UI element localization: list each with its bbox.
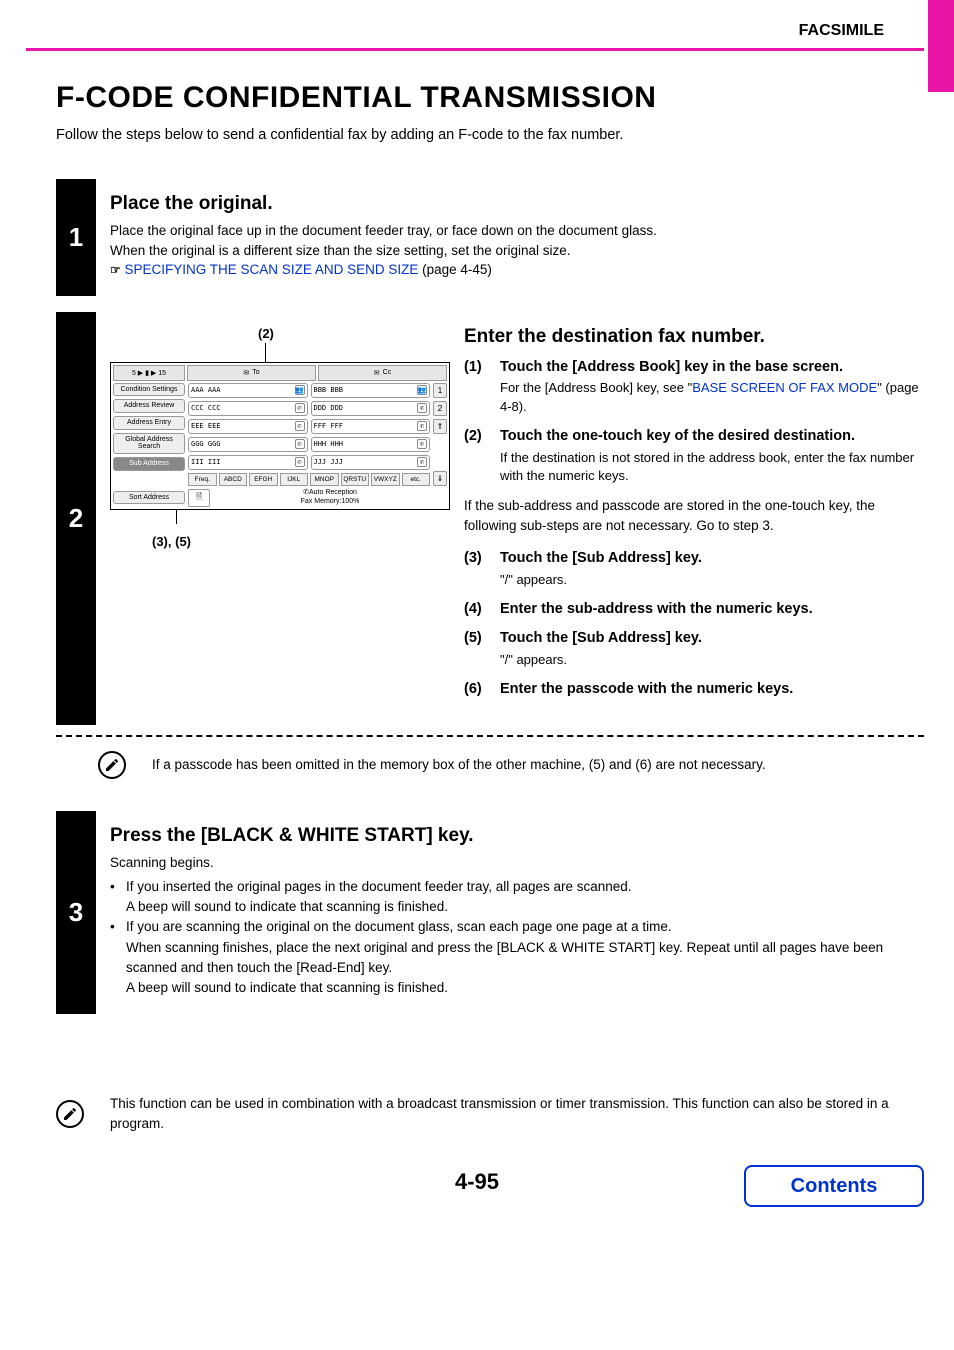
item-4-num: (4) bbox=[464, 600, 492, 620]
item-2-num: (2) bbox=[464, 427, 492, 447]
intro-text: Follow the steps below to send a confide… bbox=[56, 127, 924, 143]
sub-address-button[interactable]: Sub Address bbox=[113, 457, 185, 471]
step-2-number: 2 bbox=[56, 312, 96, 726]
item-3-sub: "/" appears. bbox=[500, 571, 920, 590]
contents-button[interactable]: Contents bbox=[744, 1165, 924, 1207]
callout-2: (2) bbox=[258, 326, 274, 341]
step-3-number: 3 bbox=[56, 811, 96, 1014]
index-abcd[interactable]: ABCD bbox=[219, 473, 248, 486]
onetouch-aaa[interactable]: AAA AAA👥 bbox=[188, 383, 308, 398]
pencil-note-icon bbox=[98, 751, 126, 779]
freq-tab[interactable]: Freq. bbox=[188, 473, 217, 486]
onetouch-ccc[interactable]: CCC CCC✆ bbox=[188, 401, 308, 416]
spec-scan-size-link[interactable]: SPECIFYING THE SCAN SIZE AND SEND SIZE bbox=[125, 262, 419, 277]
index-efgh[interactable]: EFGH bbox=[249, 473, 278, 486]
step-2: 2 (2) 5 ▶ ▮ ▶ 15 ✉To ✉Cc bbox=[56, 312, 924, 726]
callout-3-5: (3), (5) bbox=[152, 534, 450, 549]
item-5-num: (5) bbox=[464, 629, 492, 649]
onetouch-iii[interactable]: III III✆ bbox=[188, 455, 308, 470]
item-3-num: (3) bbox=[464, 549, 492, 569]
phone-icon: ✆ bbox=[417, 439, 427, 449]
step-1-line2: When the original is a different size th… bbox=[110, 243, 571, 258]
item-2-sub: If the destination is not stored in the … bbox=[500, 449, 920, 487]
step-3-b2b: When scanning finishes, place the next o… bbox=[126, 938, 920, 979]
address-book-panel: 5 ▶ ▮ ▶ 15 ✉To ✉Cc Condition Settings Ad… bbox=[110, 362, 450, 510]
panel-range-indicator[interactable]: 5 ▶ ▮ ▶ 15 bbox=[113, 365, 185, 381]
index-vwxyz[interactable]: VWXYZ bbox=[371, 473, 400, 486]
step-2-note: If a passcode has been omitted in the me… bbox=[152, 755, 766, 775]
group-icon: 👥 bbox=[417, 385, 427, 395]
step-2-heading: Enter the destination fax number. bbox=[464, 326, 920, 348]
divider-dashed bbox=[56, 735, 924, 737]
phone-icon: ✆ bbox=[417, 403, 427, 413]
index-mnop[interactable]: MNOP bbox=[310, 473, 339, 486]
item-6-num: (6) bbox=[464, 680, 492, 700]
index-ijkl[interactable]: IJKL bbox=[280, 473, 309, 486]
crossref-icon: ☞ bbox=[110, 263, 121, 277]
step-1: 1 Place the original. Place the original… bbox=[56, 179, 924, 296]
phone-icon: ✆ bbox=[295, 457, 305, 467]
item-1-text: Touch the [Address Book] key in the base… bbox=[500, 358, 843, 378]
status-text: ✆Auto ReceptionFax Memory:100% bbox=[213, 489, 447, 506]
phone-icon: ✆ bbox=[295, 439, 305, 449]
step-3-b2c: A beep will sound to indicate that scann… bbox=[126, 978, 920, 998]
step-1-line1: Place the original face up in the docume… bbox=[110, 223, 657, 238]
step-1-number: 1 bbox=[56, 179, 96, 296]
onetouch-ggg[interactable]: GGG GGG✆ bbox=[188, 437, 308, 452]
step-3-b2a: If you are scanning the original on the … bbox=[126, 917, 672, 937]
step-3-b1a: If you inserted the original pages in th… bbox=[126, 877, 632, 897]
onetouch-jjj[interactable]: JJJ JJJ✆ bbox=[311, 455, 431, 470]
phone-icon: ✆ bbox=[417, 421, 427, 431]
item-6-text: Enter the passcode with the numeric keys… bbox=[500, 680, 793, 700]
page-indicator-2: 2 bbox=[433, 401, 447, 416]
onetouch-hhh[interactable]: HHH HHH✆ bbox=[311, 437, 431, 452]
base-screen-link[interactable]: BASE SCREEN OF FAX MODE bbox=[692, 380, 877, 395]
group-icon: 👥 bbox=[295, 385, 305, 395]
phone-icon: ✆ bbox=[295, 421, 305, 431]
bottom-note-text: This function can be used in combination… bbox=[110, 1094, 924, 1133]
preview-icon[interactable]: 🗎 bbox=[188, 489, 210, 507]
global-address-search-button[interactable]: Global Address Search bbox=[113, 433, 185, 454]
step-3-lead: Scanning begins. bbox=[110, 853, 920, 873]
page-title: F-CODE CONFIDENTIAL TRANSMISSION bbox=[56, 81, 924, 115]
sort-address-button[interactable]: Sort Address bbox=[113, 491, 185, 504]
cc-tab[interactable]: ✉Cc bbox=[318, 365, 447, 381]
scroll-down-button[interactable]: ⇓ bbox=[433, 471, 447, 486]
header-section: FACSIMILE bbox=[26, 0, 924, 51]
to-tab[interactable]: ✉To bbox=[187, 365, 316, 381]
onetouch-eee[interactable]: EEE EEE✆ bbox=[188, 419, 308, 434]
item-5-sub: "/" appears. bbox=[500, 651, 920, 670]
step-3: 3 Press the [BLACK & WHITE START] key. S… bbox=[56, 811, 924, 1014]
onetouch-fff[interactable]: FFF FFF✆ bbox=[311, 419, 431, 434]
section-color-tab bbox=[928, 0, 954, 92]
phone-icon: ✆ bbox=[417, 457, 427, 467]
pencil-note-icon bbox=[56, 1100, 84, 1128]
mid-note: If the sub-address and passcode are stor… bbox=[464, 496, 920, 535]
item-1-sub-pre: For the [Address Book] key, see " bbox=[500, 380, 692, 395]
step-1-title: Place the original. bbox=[110, 193, 920, 215]
onetouch-ddd[interactable]: DDD DDD✆ bbox=[311, 401, 431, 416]
step-3-title: Press the [BLACK & WHITE START] key. bbox=[110, 825, 920, 847]
scroll-up-button[interactable]: ⇑ bbox=[433, 419, 447, 434]
step-1-pageref: (page 4-45) bbox=[418, 262, 492, 277]
address-entry-button[interactable]: Address Entry bbox=[113, 416, 185, 430]
address-review-button[interactable]: Address Review bbox=[113, 399, 185, 413]
callout-35-leader bbox=[176, 510, 177, 524]
index-etc[interactable]: etc. bbox=[402, 473, 431, 486]
index-qrstu[interactable]: QRSTU bbox=[341, 473, 370, 486]
condition-settings-button[interactable]: Condition Settings bbox=[113, 383, 185, 397]
item-4-text: Enter the sub-address with the numeric k… bbox=[500, 600, 813, 620]
item-5-text: Touch the [Sub Address] key. bbox=[500, 629, 702, 649]
item-1-num: (1) bbox=[464, 358, 492, 378]
callout-2-leader bbox=[265, 343, 266, 363]
onetouch-bbb[interactable]: BBB BBB👥 bbox=[311, 383, 431, 398]
item-2-text: Touch the one-touch key of the desired d… bbox=[500, 427, 855, 447]
item-3-text: Touch the [Sub Address] key. bbox=[500, 549, 702, 569]
phone-icon: ✆ bbox=[295, 403, 305, 413]
page-indicator-1: 1 bbox=[433, 383, 447, 398]
step-3-b1b: A beep will sound to indicate that scann… bbox=[126, 897, 920, 917]
